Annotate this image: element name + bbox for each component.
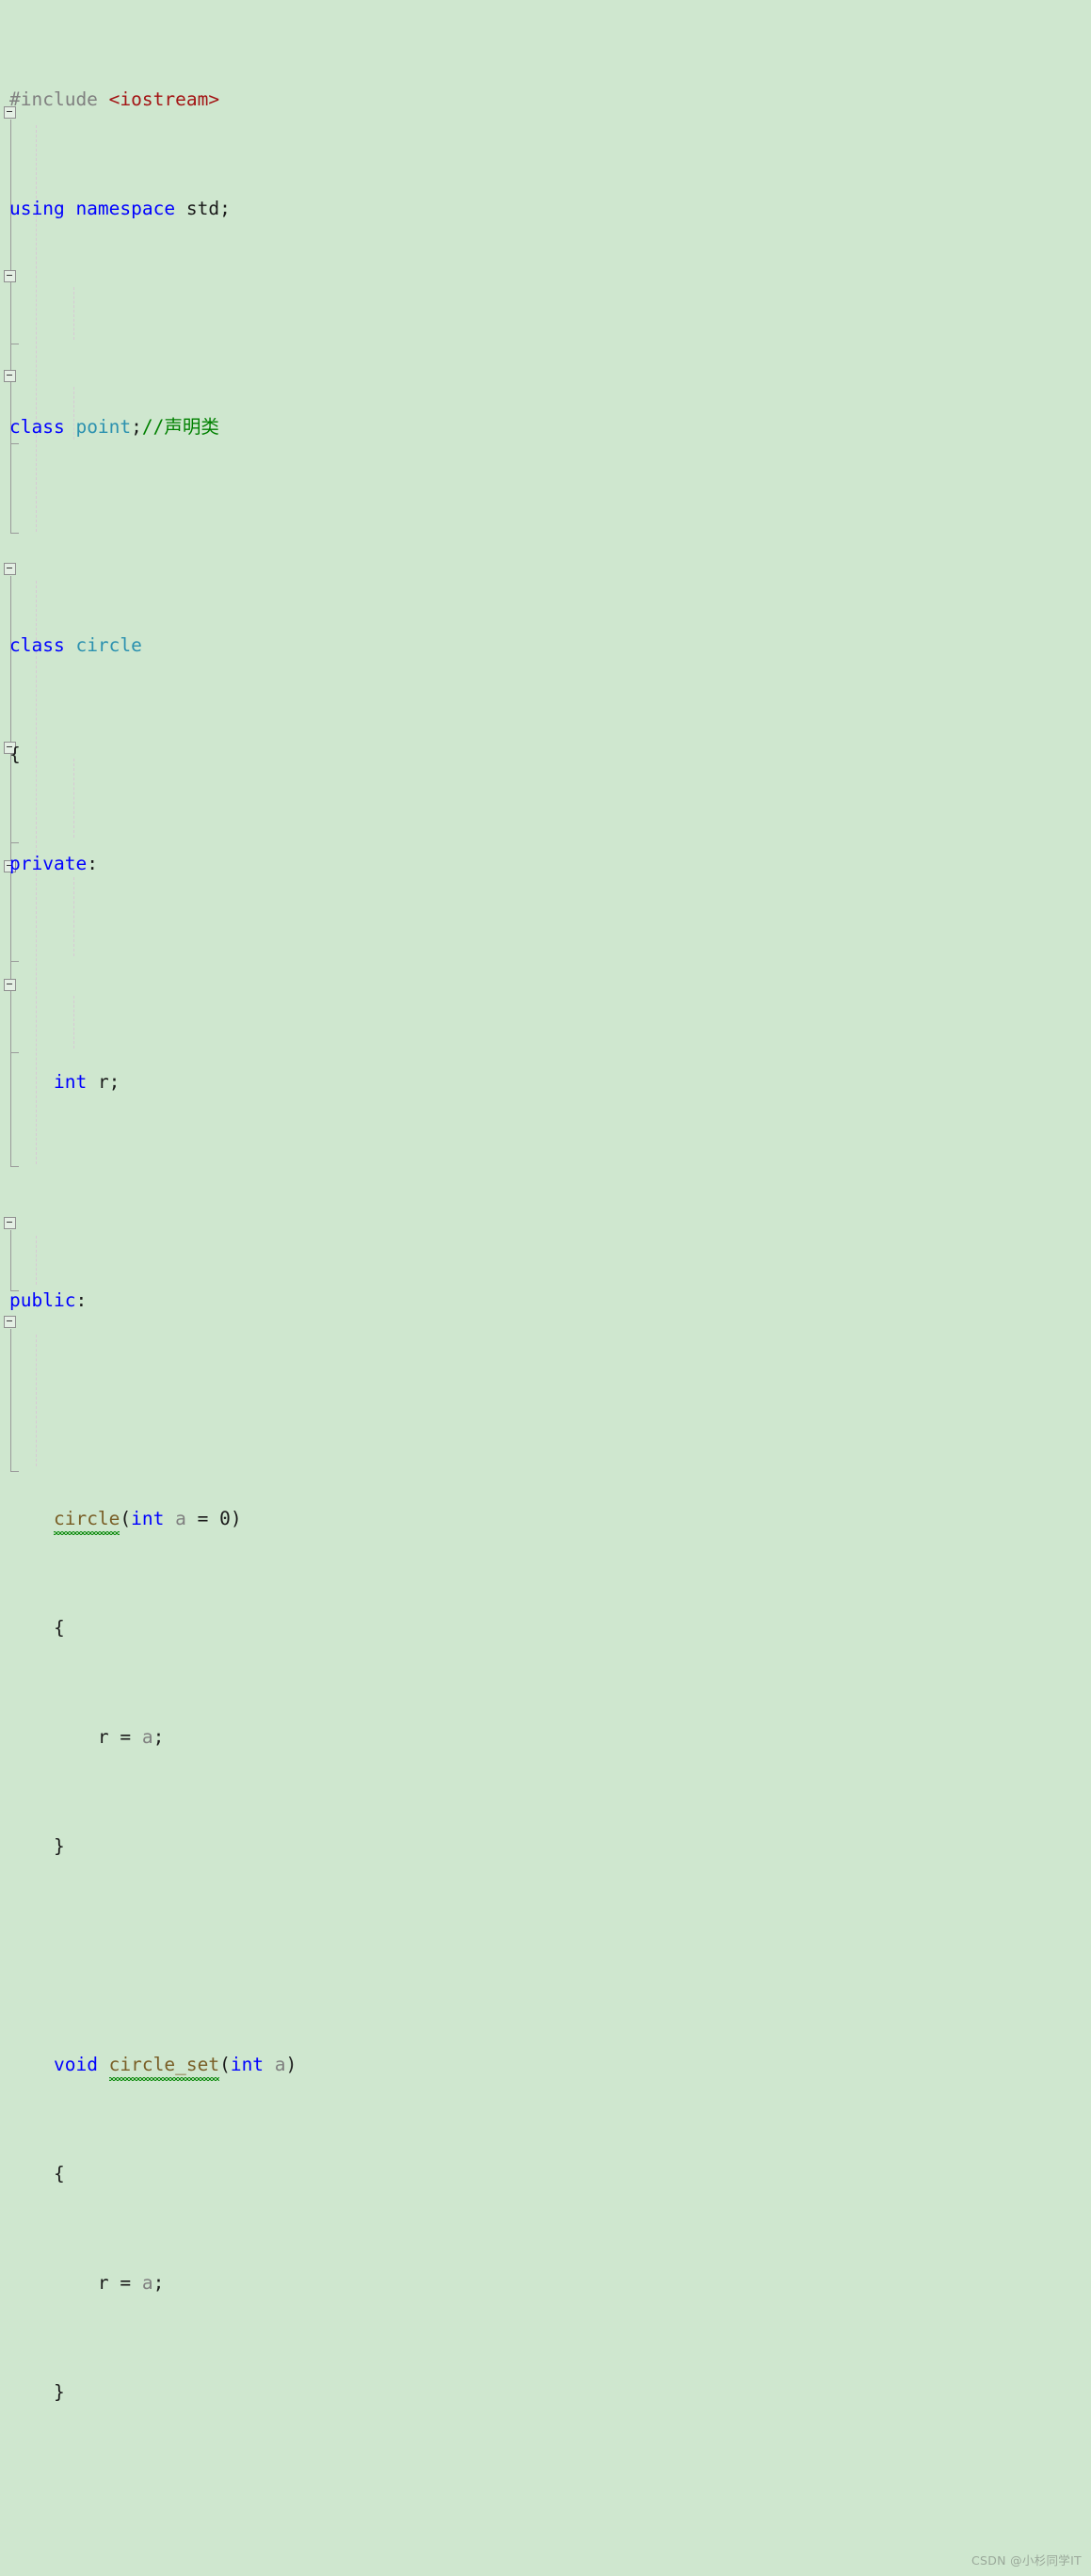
token-comment: //声明类 xyxy=(141,416,219,438)
token-plain: ; xyxy=(152,2272,165,2294)
token-brace: } xyxy=(53,1835,65,1857)
token-keyword: public xyxy=(9,1289,76,1311)
code-line-empty[interactable] xyxy=(0,1396,1091,1423)
token-plain: = 0) xyxy=(197,1508,242,1529)
code-editor-window: #include <iostream> using namespace std;… xyxy=(0,0,1091,2576)
code-line[interactable]: { xyxy=(0,741,1091,768)
token-member: r; xyxy=(97,1071,120,1093)
token-param: a xyxy=(141,1726,153,1748)
code-line-empty[interactable] xyxy=(0,1177,1091,1205)
code-line[interactable]: #include <iostream> xyxy=(0,86,1091,113)
token-plain: ; xyxy=(131,416,142,438)
csdn-watermark: CSDN @小杉同学IT xyxy=(971,2553,1082,2568)
code-line[interactable]: class point;//声明类 xyxy=(0,413,1091,440)
code-line[interactable]: class circle xyxy=(0,632,1091,659)
token-function-name: circle_set xyxy=(108,2051,220,2081)
code-line[interactable]: public: xyxy=(0,1287,1091,1314)
code-line-empty[interactable] xyxy=(0,1942,1091,1969)
token-brace: { xyxy=(53,1617,65,1639)
code-line-empty[interactable] xyxy=(0,522,1091,550)
token-keyword: int xyxy=(53,1071,98,1093)
token-plain: r = xyxy=(97,1726,142,1748)
token-plain: ) xyxy=(285,2054,297,2075)
token-keyword: using namespace xyxy=(9,198,186,219)
code-line[interactable]: r = a; xyxy=(0,1723,1091,1751)
token-plain: r = xyxy=(97,2272,142,2294)
bottom-strip xyxy=(0,2550,1091,2576)
token-plain: : xyxy=(87,853,98,874)
token-keyword: int xyxy=(230,2054,275,2075)
token-preprocessor: #include xyxy=(9,88,109,110)
token-plain: ; xyxy=(152,1726,165,1748)
token-class-name: point xyxy=(75,416,132,438)
token-paren: ( xyxy=(219,2054,231,2075)
code-content[interactable]: #include <iostream> using namespace std;… xyxy=(0,0,1091,2576)
code-line[interactable]: { xyxy=(0,2160,1091,2187)
token-keyword: class xyxy=(9,416,76,438)
token-param: a xyxy=(141,2272,153,2294)
code-line[interactable]: private: xyxy=(0,850,1091,877)
token-class-name: circle xyxy=(75,634,142,656)
code-line[interactable]: using namespace std; xyxy=(0,195,1091,222)
code-line[interactable]: int r; xyxy=(0,1068,1091,1096)
token-keyword: class xyxy=(9,634,76,656)
code-line[interactable]: void circle_set(int a) xyxy=(0,2051,1091,2081)
token-plain: std; xyxy=(185,198,231,219)
token-keyword: void xyxy=(53,2054,109,2075)
token-paren: ( xyxy=(120,1508,132,1529)
code-line[interactable]: circle(int a = 0) xyxy=(0,1505,1091,1535)
token-header: <iostream> xyxy=(108,88,220,110)
code-line[interactable]: } xyxy=(0,2378,1091,2406)
token-keyword: private xyxy=(9,853,88,874)
code-line-empty[interactable] xyxy=(0,959,1091,986)
token-brace: } xyxy=(53,2381,65,2403)
code-line-empty[interactable] xyxy=(0,2488,1091,2515)
code-line[interactable]: { xyxy=(0,1614,1091,1641)
code-line-empty[interactable] xyxy=(0,304,1091,331)
code-line[interactable]: } xyxy=(0,1832,1091,1860)
token-keyword: int xyxy=(131,1508,176,1529)
token-param: a xyxy=(274,2054,286,2075)
token-function-name: circle xyxy=(53,1505,120,1535)
token-param: a xyxy=(175,1508,198,1529)
token-brace: { xyxy=(53,2163,65,2184)
token-plain: : xyxy=(75,1289,88,1311)
token-brace: { xyxy=(9,744,21,765)
code-line[interactable]: r = a; xyxy=(0,2269,1091,2296)
